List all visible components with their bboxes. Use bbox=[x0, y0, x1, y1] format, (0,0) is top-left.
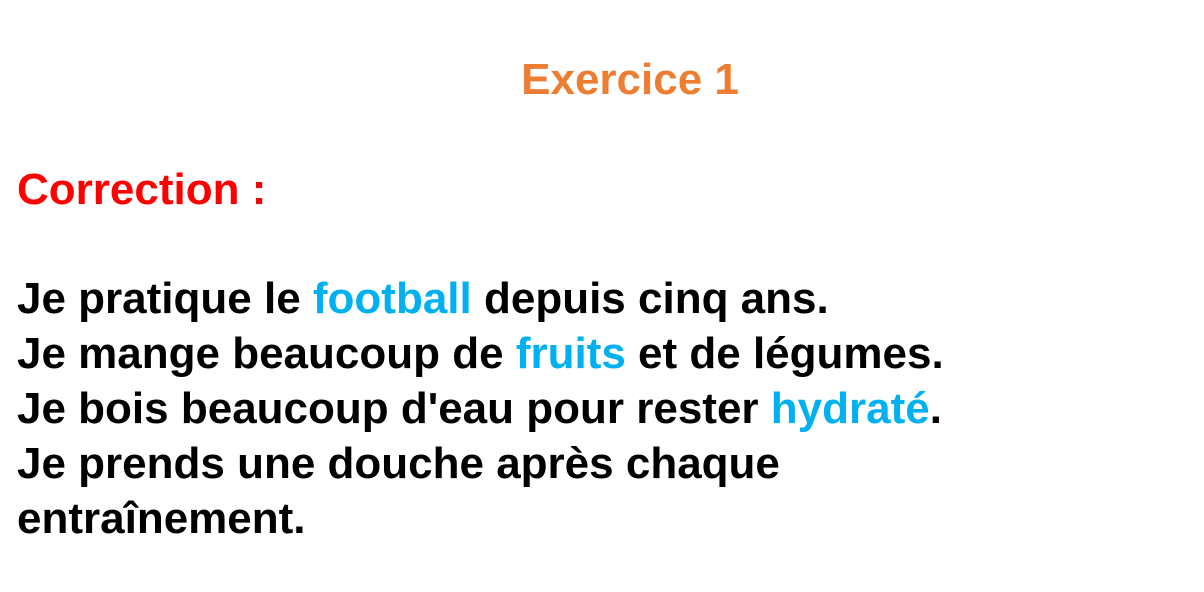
sentence-text: Je bois beaucoup d'eau pour rester bbox=[17, 384, 771, 433]
sentence-text: et de légumes. bbox=[625, 329, 944, 378]
sentence-4-continued: entraînement. bbox=[17, 494, 306, 543]
sentence-1: Je pratique le football depuis cinq ans. bbox=[17, 271, 944, 326]
sentence-text: depuis cinq ans. bbox=[471, 274, 829, 323]
sentence-text: . bbox=[929, 384, 942, 433]
sentence-4: Je prends une douche après chaque bbox=[17, 439, 780, 488]
sentence-text: Je pratique le bbox=[17, 274, 313, 323]
sentence-3: Je bois beaucoup d'eau pour rester hydra… bbox=[17, 381, 944, 436]
sentence-2: Je mange beaucoup de fruits et de légume… bbox=[17, 326, 944, 381]
answer-word: hydraté bbox=[770, 384, 930, 433]
corrected-sentences: Je pratique le football depuis cinq ans.… bbox=[17, 271, 944, 546]
answer-word: football bbox=[312, 274, 472, 323]
exercise-title: Exercice 1 bbox=[521, 55, 739, 104]
sentence-text: Je mange beaucoup de bbox=[17, 329, 516, 378]
answer-word: fruits bbox=[515, 329, 626, 378]
correction-heading: Correction : bbox=[17, 165, 267, 214]
